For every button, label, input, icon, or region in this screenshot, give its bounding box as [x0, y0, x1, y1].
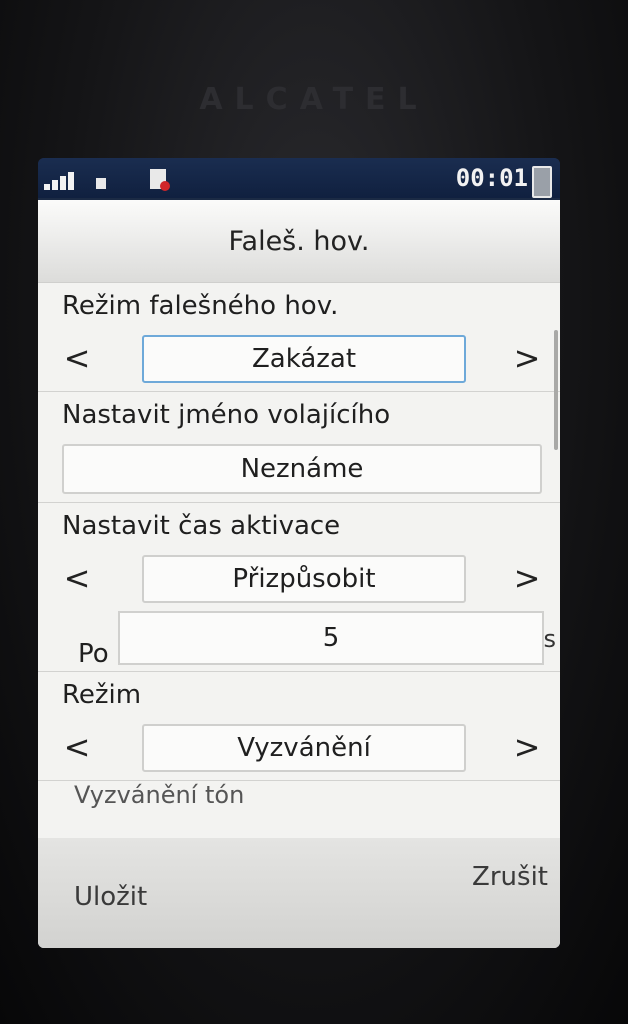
activation-time-section: Nastavit čas aktivace < Přizpůsobit > Po…	[38, 503, 560, 672]
delay-unit: s	[543, 625, 556, 653]
screen: 00:01 Faleš. hov. Režim falešného hov. <…	[38, 158, 560, 948]
mode-label: Režim	[62, 680, 142, 710]
activation-time-label: Nastavit čas aktivace	[62, 511, 341, 541]
brand-logo: ALCATEL	[199, 82, 429, 117]
signal-icon	[44, 170, 82, 190]
cancel-softkey[interactable]: Zrušit	[472, 862, 548, 892]
caller-name-section: Nastavit jméno volajícího Neznáme	[38, 392, 560, 503]
battery-icon	[532, 166, 552, 198]
clock: 00:01	[455, 164, 528, 192]
delay-row: Po 5 s	[38, 611, 560, 671]
save-softkey[interactable]: Uložit	[74, 882, 147, 912]
ringtone-label-peek: Vyzvánění tón	[74, 781, 245, 809]
mode-selector[interactable]: < Vyzvánění >	[38, 718, 560, 780]
chevron-left-icon[interactable]: <	[62, 728, 92, 766]
chevron-left-icon[interactable]: <	[62, 339, 92, 377]
chevron-left-icon[interactable]: <	[62, 559, 92, 597]
fake-call-mode-selector[interactable]: < Zakázat >	[38, 329, 560, 391]
delay-prefix: Po	[78, 639, 109, 669]
chevron-right-icon[interactable]: >	[512, 559, 542, 597]
softkey-bar: Uložit Zrušit	[38, 838, 560, 948]
phone-body: ALCATEL 00:01 Faleš. hov. Režim falešnéh…	[0, 0, 628, 1024]
sim-alert-icon	[150, 169, 170, 191]
page-title: Faleš. hov.	[38, 200, 560, 283]
scrollbar[interactable]	[554, 330, 558, 450]
mode-value[interactable]: Vyzvánění	[142, 724, 466, 772]
activation-time-selector[interactable]: < Přizpůsobit >	[38, 549, 560, 611]
chevron-right-icon[interactable]: >	[512, 339, 542, 377]
fake-call-mode-section: Režim falešného hov. < Zakázat >	[38, 283, 560, 392]
caller-name-label: Nastavit jméno volajícího	[62, 400, 391, 430]
activation-time-value[interactable]: Přizpůsobit	[142, 555, 466, 603]
delay-seconds-field[interactable]: 5	[118, 611, 544, 665]
status-bar: 00:01	[38, 158, 560, 198]
settings-panel: Faleš. hov. Režim falešného hov. < Zakáz…	[38, 200, 560, 948]
fake-call-mode-label: Režim falešného hov.	[62, 291, 339, 321]
mode-section: Režim < Vyzvánění >	[38, 672, 560, 781]
chevron-right-icon[interactable]: >	[512, 728, 542, 766]
caller-name-field[interactable]: Neznáme	[62, 444, 542, 494]
fake-call-mode-value[interactable]: Zakázat	[142, 335, 466, 383]
sim-icon	[96, 178, 106, 189]
